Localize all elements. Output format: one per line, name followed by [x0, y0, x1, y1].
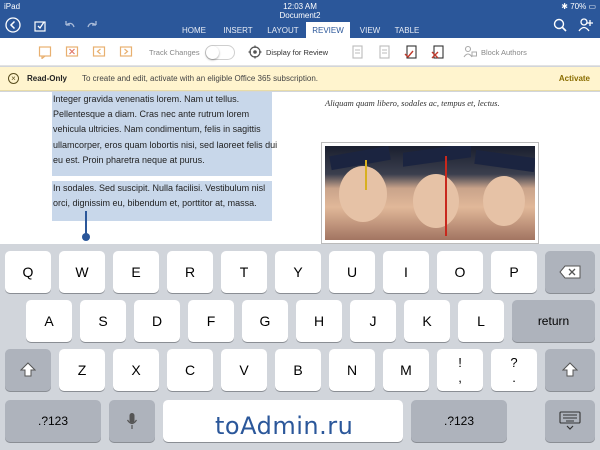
- activate-button[interactable]: Activate: [559, 74, 590, 83]
- selection-handle[interactable]: [82, 211, 90, 241]
- save-icon[interactable]: [33, 19, 47, 33]
- bluetooth-icon: ✱: [561, 2, 571, 11]
- key-w[interactable]: W: [59, 251, 105, 293]
- key-r[interactable]: R: [167, 251, 213, 293]
- read-only-message: To create and edit, activate with an eli…: [82, 74, 318, 83]
- key-f[interactable]: F: [188, 300, 234, 342]
- shift-icon: [19, 362, 37, 377]
- key-h[interactable]: H: [296, 300, 342, 342]
- microphone-icon: [126, 413, 138, 429]
- search-icon[interactable]: [553, 18, 567, 32]
- key-s[interactable]: S: [80, 300, 126, 342]
- next-comment-icon[interactable]: [119, 45, 133, 59]
- paragraph[interactable]: Integer gravida venenatis lorem. Nam ut …: [53, 92, 283, 168]
- tab-table[interactable]: TABLE: [388, 22, 426, 38]
- delete-comment-icon[interactable]: [65, 45, 79, 59]
- key-c[interactable]: C: [167, 349, 213, 391]
- paragraph[interactable]: In sodales. Sed suscipit. Nulla facilisi…: [53, 181, 283, 211]
- backspace-key[interactable]: [545, 251, 595, 293]
- key-m[interactable]: M: [383, 349, 429, 391]
- numbers-key-right[interactable]: .?123: [411, 400, 507, 442]
- new-comment-icon[interactable]: [38, 45, 52, 59]
- key-exclaim-comma[interactable]: !,: [437, 349, 483, 391]
- shift-key-right[interactable]: [545, 349, 595, 391]
- block-authors-icon[interactable]: [463, 45, 477, 59]
- redo-icon[interactable]: [86, 19, 100, 33]
- previous-comment-icon[interactable]: [92, 45, 106, 59]
- key-k[interactable]: K: [404, 300, 450, 342]
- accept-change-icon[interactable]: [404, 45, 418, 59]
- key-y[interactable]: Y: [275, 251, 321, 293]
- ribbon-header: iPad 12:03 AM ✱ 70% ▭ Document2 HOME INS…: [0, 0, 600, 38]
- key-a[interactable]: A: [26, 300, 72, 342]
- read-only-label: Read-Only: [27, 74, 68, 83]
- back-icon[interactable]: [5, 17, 21, 33]
- tab-layout[interactable]: LAYOUT: [260, 22, 306, 38]
- clock: 12:03 AM: [283, 2, 317, 11]
- return-key[interactable]: return: [512, 300, 595, 342]
- close-icon[interactable]: ×: [8, 73, 19, 84]
- shift-key-left[interactable]: [5, 349, 51, 391]
- paragraph[interactable]: Aliquam quam libero, sodales ac, tempus …: [325, 97, 540, 110]
- track-changes-label: Track Changes: [149, 48, 200, 57]
- key-t[interactable]: T: [221, 251, 267, 293]
- dictation-key[interactable]: [109, 400, 155, 442]
- display-for-review-icon[interactable]: [248, 45, 262, 59]
- key-e[interactable]: E: [113, 251, 159, 293]
- share-add-person-icon[interactable]: [578, 17, 594, 33]
- battery-label: ✱ 70% ▭: [561, 2, 596, 11]
- key-x[interactable]: X: [113, 349, 159, 391]
- display-for-review-label[interactable]: Display for Review: [266, 48, 328, 57]
- key-l[interactable]: L: [458, 300, 504, 342]
- next-change-icon[interactable]: [377, 45, 391, 59]
- track-changes-toggle[interactable]: [205, 45, 235, 60]
- shift-icon: [561, 362, 579, 377]
- tab-insert[interactable]: INSERT: [216, 22, 260, 38]
- backspace-icon: [559, 265, 581, 279]
- key-q[interactable]: Q: [5, 251, 51, 293]
- key-j[interactable]: J: [350, 300, 396, 342]
- numbers-key-left[interactable]: .?123: [5, 400, 101, 442]
- key-z[interactable]: Z: [59, 349, 105, 391]
- key-p[interactable]: P: [491, 251, 537, 293]
- key-b[interactable]: B: [275, 349, 321, 391]
- key-d[interactable]: D: [134, 300, 180, 342]
- key-n[interactable]: N: [329, 349, 375, 391]
- key-o[interactable]: O: [437, 251, 483, 293]
- key-i[interactable]: I: [383, 251, 429, 293]
- block-authors-label[interactable]: Block Authors: [481, 48, 527, 57]
- tab-view[interactable]: VIEW: [352, 22, 388, 38]
- tab-home[interactable]: HOME: [172, 22, 216, 38]
- read-only-banner: × Read-Only To create and edit, activate…: [0, 67, 600, 91]
- review-toolbar: Track Changes Display for Review Block A…: [0, 38, 600, 66]
- tab-review[interactable]: REVIEW: [306, 22, 350, 38]
- reject-change-icon[interactable]: [431, 45, 445, 59]
- key-v[interactable]: V: [221, 349, 267, 391]
- hide-keyboard-key[interactable]: [545, 400, 595, 442]
- undo-icon[interactable]: [62, 19, 76, 33]
- previous-change-icon[interactable]: [350, 45, 364, 59]
- key-g[interactable]: G: [242, 300, 288, 342]
- key-question-period[interactable]: ?.: [491, 349, 537, 391]
- graduates-photo[interactable]: [321, 142, 539, 244]
- watermark: toAdmin.ru: [215, 412, 354, 440]
- keyboard-dismiss-icon: [559, 411, 581, 430]
- key-u[interactable]: U: [329, 251, 375, 293]
